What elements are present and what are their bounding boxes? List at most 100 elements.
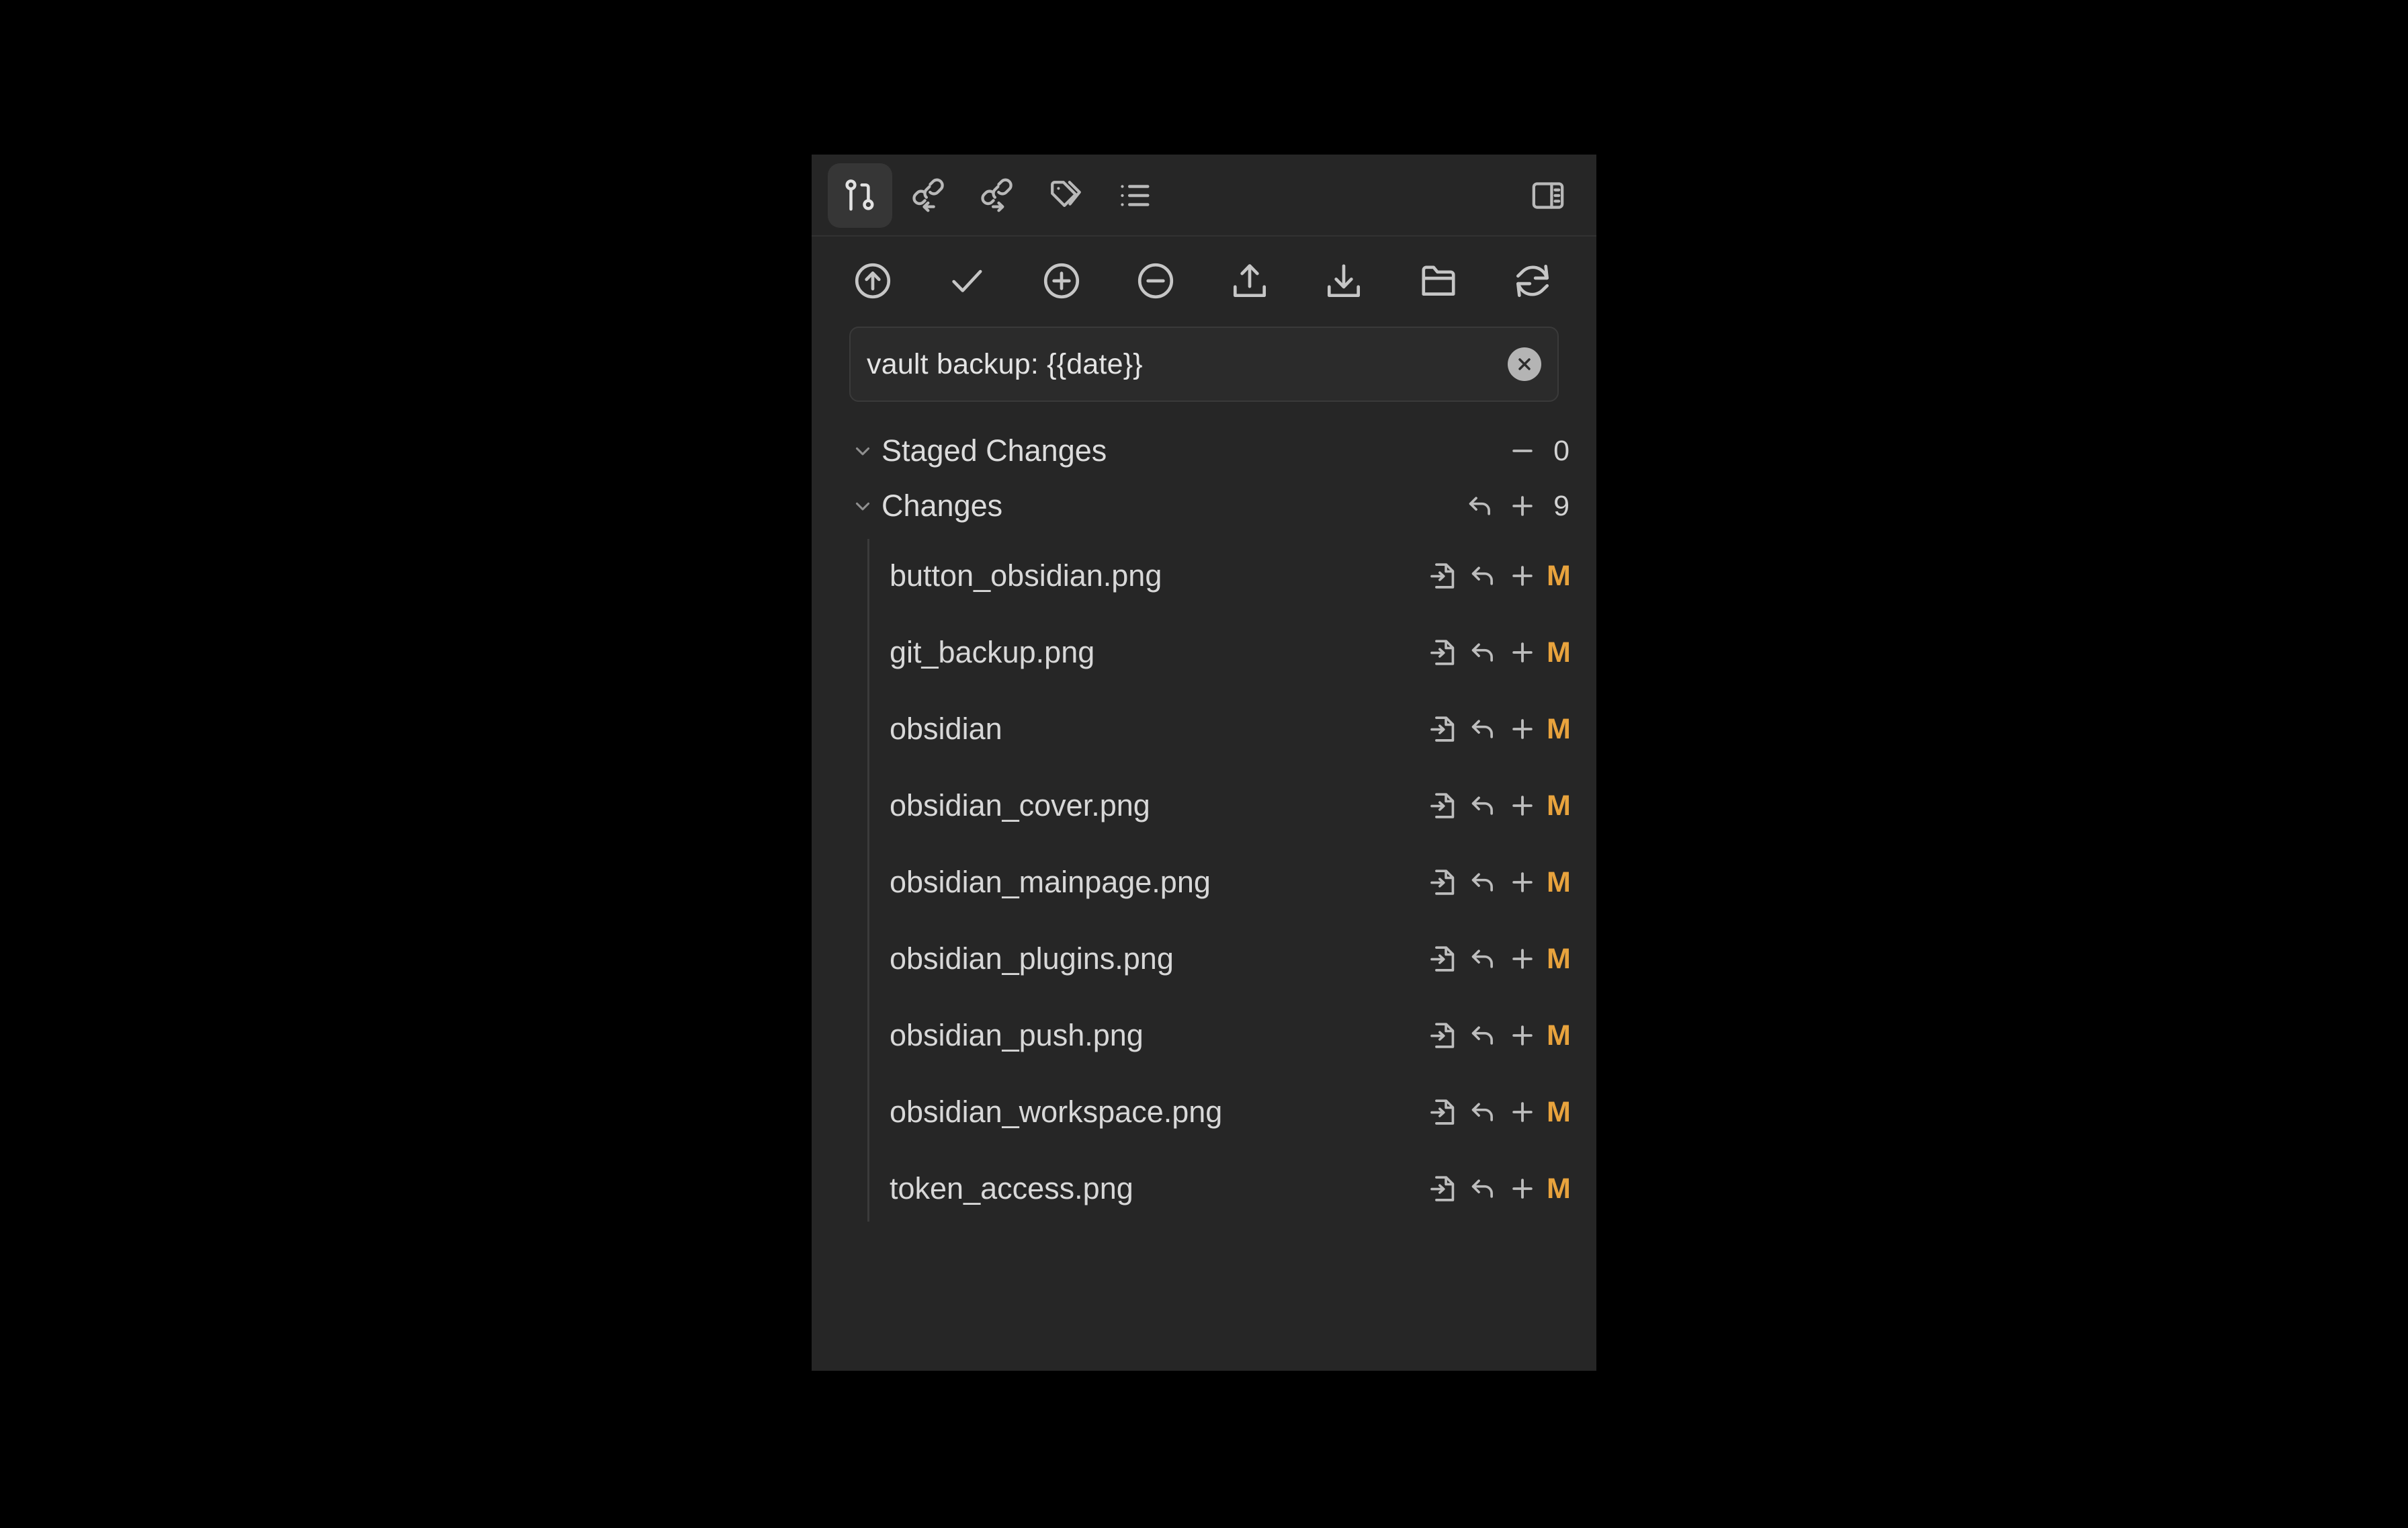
staged-changes-count: 0	[1553, 434, 1570, 467]
tab-outline[interactable]	[1102, 163, 1166, 228]
commit-message-area: vault backup: {{date}}	[812, 325, 1596, 402]
changes-count: 9	[1553, 489, 1570, 522]
file-name: obsidian_plugins.png	[890, 941, 1174, 976]
sidebar-toggle-button[interactable]	[1516, 163, 1580, 228]
stage-icon[interactable]	[1508, 638, 1537, 667]
sidebar-toggle-icon	[1530, 177, 1566, 214]
file-name: obsidian_workspace.png	[890, 1095, 1223, 1129]
link-outgoing-icon	[979, 177, 1015, 214]
commit-message-value: vault backup: {{date}}	[867, 347, 1143, 380]
refresh-icon	[1512, 260, 1553, 302]
commit-message-input[interactable]: vault backup: {{date}}	[849, 327, 1559, 402]
stage-icon[interactable]	[1508, 561, 1537, 591]
refresh-button[interactable]	[1506, 255, 1559, 307]
section-tools-changes: 9	[1466, 490, 1570, 523]
chevron-down-icon[interactable]	[849, 439, 876, 462]
table-row[interactable]: git_backup.png M	[812, 614, 1596, 691]
file-diff-icon[interactable]	[1428, 1173, 1459, 1204]
file-diff-icon[interactable]	[1428, 1020, 1459, 1051]
check-icon	[946, 260, 988, 302]
status-badge: M	[1547, 712, 1571, 745]
discard-icon[interactable]	[1469, 1174, 1498, 1203]
stage-icon[interactable]	[1508, 1021, 1537, 1050]
tags-icon	[1047, 177, 1084, 214]
section-changes[interactable]: Changes 9	[812, 478, 1596, 534]
pull-button[interactable]	[1318, 255, 1370, 307]
file-row-tools: M	[1428, 942, 1571, 976]
file-diff-icon[interactable]	[1428, 790, 1459, 821]
download-icon	[1323, 260, 1365, 302]
section-title-staged-changes: Staged Changes	[882, 433, 1107, 468]
discard-icon[interactable]	[1469, 791, 1498, 820]
unstage-all-icon-button[interactable]	[1508, 436, 1537, 466]
unstage-all-button[interactable]	[1129, 255, 1182, 307]
file-name: obsidian_push.png	[890, 1018, 1144, 1052]
table-row[interactable]: obsidian_plugins.png M	[812, 921, 1596, 997]
file-row-tools: M	[1428, 1096, 1571, 1129]
file-diff-icon[interactable]	[1428, 637, 1459, 668]
file-name: obsidian	[890, 712, 1002, 746]
discard-all-icon-button[interactable]	[1466, 491, 1496, 521]
stage-all-button[interactable]	[1035, 255, 1088, 307]
tab-backlinks[interactable]	[896, 163, 961, 228]
status-badge: M	[1547, 865, 1571, 898]
git-branch-icon	[842, 177, 878, 214]
section-title-changes: Changes	[882, 489, 1003, 523]
open-source-control-view-button[interactable]	[1412, 255, 1465, 307]
file-name: token_access.png	[890, 1171, 1133, 1205]
table-row[interactable]: obsidian_cover.png M	[812, 767, 1596, 844]
discard-icon[interactable]	[1469, 1021, 1498, 1050]
file-row-tools: M	[1428, 1173, 1571, 1205]
discard-icon[interactable]	[1469, 867, 1498, 897]
chevron-down-icon[interactable]	[849, 495, 876, 517]
file-diff-icon[interactable]	[1428, 943, 1459, 974]
file-row-tools: M	[1428, 712, 1571, 746]
file-name: git_backup.png	[890, 635, 1095, 669]
push-button[interactable]	[1223, 255, 1276, 307]
upload-icon	[1229, 260, 1271, 302]
stage-icon[interactable]	[1508, 1097, 1537, 1127]
list-outline-icon	[1116, 177, 1152, 214]
git-changes-tree: Staged Changes 0 Changes 9 button_obsidi…	[812, 402, 1596, 1371]
git-action-toolbar	[812, 237, 1596, 325]
tab-source-control[interactable]	[828, 163, 892, 228]
discard-icon[interactable]	[1469, 1097, 1498, 1127]
status-badge: M	[1547, 942, 1571, 975]
table-row[interactable]: button_obsidian.png M	[812, 538, 1596, 614]
file-name: button_obsidian.png	[890, 558, 1162, 593]
file-diff-icon[interactable]	[1428, 1097, 1459, 1128]
file-diff-icon[interactable]	[1428, 867, 1459, 898]
file-diff-icon[interactable]	[1428, 560, 1459, 591]
status-badge: M	[1547, 1019, 1571, 1052]
section-staged-changes[interactable]: Staged Changes 0	[812, 423, 1596, 478]
tab-tags[interactable]	[1033, 163, 1098, 228]
tab-outgoing-links[interactable]	[965, 163, 1029, 228]
minus-circle-icon	[1135, 260, 1176, 302]
file-row-tools: M	[1428, 790, 1571, 822]
stage-icon[interactable]	[1508, 944, 1537, 974]
file-name: obsidian_cover.png	[890, 788, 1150, 822]
table-row[interactable]: obsidian M	[812, 691, 1596, 767]
stage-icon[interactable]	[1508, 791, 1537, 820]
file-row-tools: M	[1428, 865, 1571, 899]
discard-icon[interactable]	[1469, 561, 1498, 591]
discard-icon[interactable]	[1469, 714, 1498, 744]
commit-and-sync-button[interactable]	[847, 255, 899, 307]
table-row[interactable]: token_access.png M	[812, 1150, 1596, 1227]
discard-icon[interactable]	[1469, 944, 1498, 974]
discard-icon[interactable]	[1469, 638, 1498, 667]
clear-commit-message-button[interactable]	[1508, 347, 1541, 381]
table-row[interactable]: obsidian_mainpage.png M	[812, 844, 1596, 921]
table-row[interactable]: obsidian_push.png M	[812, 997, 1596, 1074]
stage-icon[interactable]	[1508, 714, 1537, 744]
stage-icon[interactable]	[1508, 1174, 1537, 1203]
file-name: obsidian_mainpage.png	[890, 865, 1211, 899]
file-diff-icon[interactable]	[1428, 714, 1459, 745]
table-row[interactable]: obsidian_workspace.png M	[812, 1074, 1596, 1150]
status-badge: M	[1547, 636, 1571, 669]
file-row-tools: M	[1428, 560, 1571, 593]
stage-all-icon-button[interactable]	[1508, 491, 1537, 521]
arrow-up-circle-icon	[852, 260, 894, 302]
stage-icon[interactable]	[1508, 867, 1537, 897]
commit-button[interactable]	[941, 255, 993, 307]
